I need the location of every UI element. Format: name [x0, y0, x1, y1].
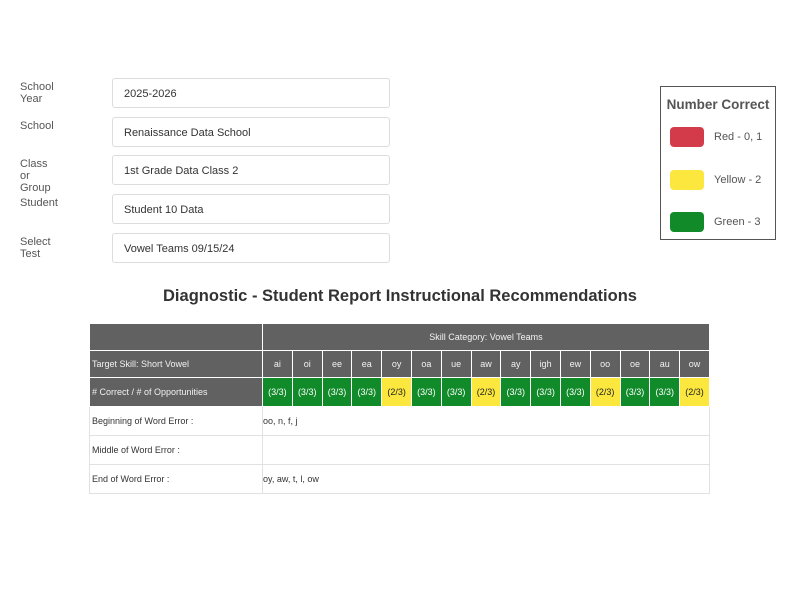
report-table: Skill Category: Vowel Teams Target Skill… — [89, 323, 710, 494]
end-error-label: End of Word Error : — [89, 464, 263, 494]
school-year-select[interactable]: 2025-2026 — [112, 78, 390, 108]
skill-header: oy — [381, 350, 412, 378]
school-year-label: School Year — [20, 81, 54, 105]
legend-title: Number Correct — [666, 97, 770, 112]
skill-header: ea — [351, 350, 383, 378]
skill-header: ow — [679, 350, 710, 378]
class-or-group-label: Class or Group — [20, 158, 51, 195]
target-skill-label: Target Skill: Short Vowel — [89, 350, 263, 378]
score-cell: (3/3) — [262, 377, 293, 407]
beginning-error-value: oo, n, f, j — [262, 406, 710, 436]
middle-error-label: Middle of Word Error : — [89, 435, 263, 465]
score-cell: (2/3) — [679, 377, 710, 407]
score-cell: (3/3) — [559, 377, 591, 407]
skill-header: igh — [530, 350, 561, 378]
legend-label-yellow: Yellow - 2 — [714, 174, 762, 186]
skill-header-row: Target Skill: Short Vowel ai oi ee ea oy… — [89, 350, 710, 378]
score-cell: (2/3) — [470, 377, 502, 407]
legend-label-green: Green - 3 — [714, 216, 761, 228]
skill-header: oa — [410, 350, 442, 378]
beginning-error-label: Beginning of Word Error : — [89, 406, 263, 436]
middle-error-value — [262, 435, 710, 465]
category-corner-cell — [89, 323, 263, 351]
end-error-row: End of Word Error : oy, aw, t, l, ow — [89, 464, 710, 494]
beginning-error-row: Beginning of Word Error : oo, n, f, j — [89, 406, 710, 436]
score-cell: (3/3) — [410, 377, 442, 407]
student-select[interactable]: Student 10 Data — [112, 194, 390, 225]
green-swatch — [670, 212, 704, 232]
score-cell: (3/3) — [291, 377, 323, 407]
test-select[interactable]: Vowel Teams 09/15/24 — [112, 232, 390, 263]
report-title: Diagnostic - Student Report Instructiona… — [163, 287, 637, 305]
skill-header: oe — [619, 350, 651, 378]
skill-header: oo — [589, 350, 621, 378]
skill-header: ew — [559, 350, 591, 378]
skill-header: ue — [440, 350, 472, 378]
score-cell: (3/3) — [351, 377, 383, 407]
skill-header: au — [649, 350, 681, 378]
end-error-value: oy, aw, t, l, ow — [262, 464, 710, 494]
score-cell: (3/3) — [500, 377, 532, 407]
skill-category-header: Skill Category: Vowel Teams — [262, 323, 710, 351]
category-row: Skill Category: Vowel Teams — [89, 323, 710, 351]
school-label: School — [20, 119, 54, 132]
score-cell: (2/3) — [589, 377, 621, 407]
select-test-label: Select Test — [20, 235, 51, 260]
red-swatch — [670, 127, 704, 147]
skill-header: oi — [291, 350, 323, 378]
legend-label-red: Red - 0, 1 — [714, 131, 763, 143]
scores-label: # Correct / # of Opportunities — [89, 377, 263, 407]
skill-header: ai — [262, 350, 293, 378]
score-cell: (3/3) — [440, 377, 472, 407]
yellow-swatch — [670, 170, 704, 190]
score-cell: (3/3) — [530, 377, 561, 407]
student-label: Student — [20, 197, 58, 210]
skill-header: ee — [321, 350, 353, 378]
skill-header: aw — [470, 350, 502, 378]
scores-row: # Correct / # of Opportunities (3/3) (3/… — [89, 377, 710, 407]
class-or-group-select[interactable]: 1st Grade Data Class 2 — [112, 155, 390, 186]
skill-header: ay — [500, 350, 532, 378]
middle-error-row: Middle of Word Error : — [89, 435, 710, 465]
school-select[interactable]: Renaissance Data School — [112, 116, 390, 147]
number-correct-legend: Number Correct Red - 0, 1 Yellow - 2 Gre… — [660, 86, 776, 240]
score-cell: (3/3) — [649, 377, 681, 407]
score-cell: (3/3) — [321, 377, 353, 407]
score-cell: (2/3) — [381, 377, 412, 407]
score-cell: (3/3) — [619, 377, 651, 407]
